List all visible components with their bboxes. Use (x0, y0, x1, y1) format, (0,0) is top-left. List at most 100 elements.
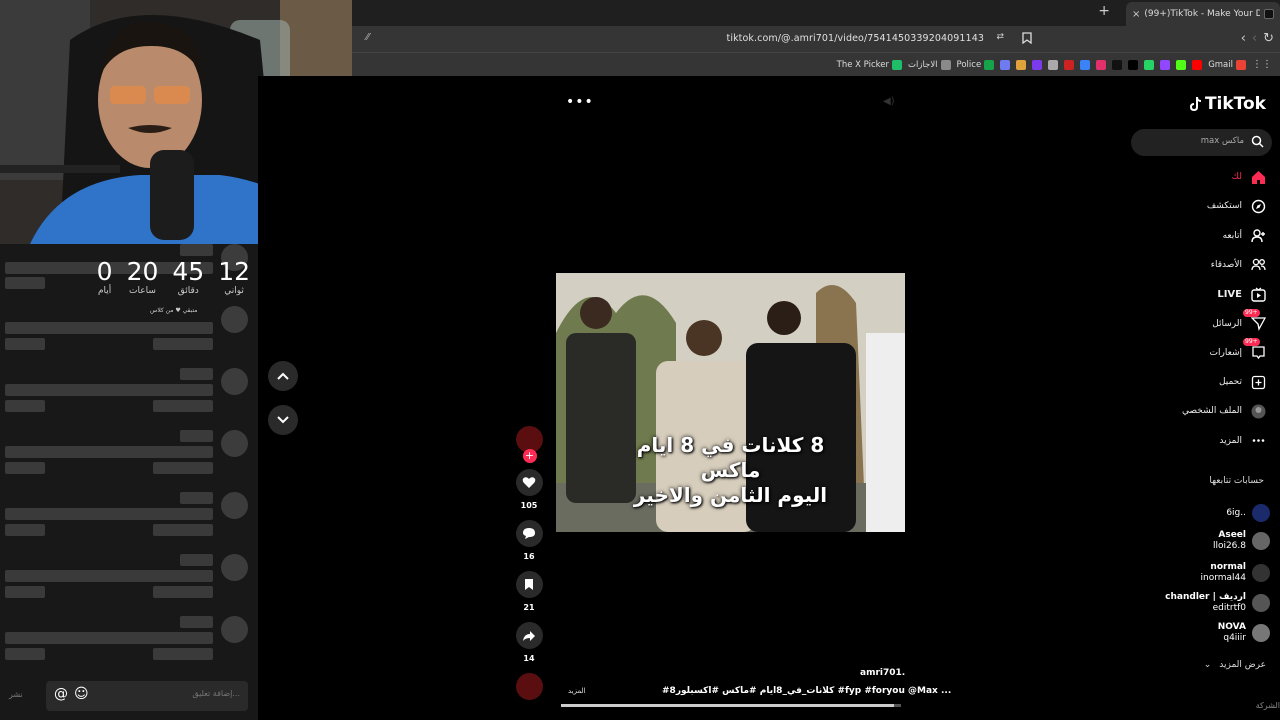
back-icon[interactable]: ‹ (1241, 31, 1246, 46)
bookmark-item[interactable] (1160, 59, 1171, 70)
chat-skeleton (5, 570, 213, 582)
chat-skeleton (180, 244, 213, 256)
video-player[interactable]: 8 كلانات في 8 ايام ماكس اليوم الثامن وال… (556, 273, 905, 532)
bookmark-favicon-icon (1000, 59, 1011, 70)
url-text[interactable]: tiktok.com/@.amri701/video/7541450339204… (727, 33, 984, 44)
new-tab-button[interactable]: + (1098, 3, 1110, 19)
bookmark-item[interactable] (1000, 59, 1011, 70)
bookmark-item[interactable] (1144, 59, 1155, 70)
bookmark-item[interactable] (1192, 59, 1203, 70)
save-button[interactable] (515, 571, 543, 598)
company-link[interactable]: الشركة (1256, 701, 1280, 710)
bookmark-item[interactable] (1032, 59, 1043, 70)
comment-input[interactable] (110, 689, 240, 698)
apps-grid-icon[interactable]: ⋮⋮ (1252, 59, 1272, 70)
chat-skeleton (180, 430, 213, 442)
video-progress-bar[interactable] (561, 704, 901, 707)
share-count: 14 (523, 654, 535, 663)
bookmark-item[interactable]: الاجازات (908, 59, 951, 70)
bookmark-item[interactable] (1128, 59, 1139, 70)
share-button[interactable] (515, 622, 543, 649)
countdown-number: 45 (172, 257, 205, 286)
next-video-button[interactable] (268, 405, 298, 435)
sidebar-item-inbox[interactable]: إشعارات 99+ (1209, 337, 1266, 361)
chat-skeleton (5, 586, 45, 598)
sidebar-item-user-plus[interactable]: أتابعه (1223, 228, 1266, 244)
sidebar-item-upload[interactable]: تحميل (1219, 374, 1266, 390)
friends-icon (1250, 257, 1266, 273)
site-settings-icon[interactable]: ⇄ (996, 32, 1004, 42)
forward-icon[interactable]: ‹ (1252, 31, 1257, 46)
comment-button[interactable] (515, 520, 543, 547)
like-count: 105 (520, 501, 538, 510)
account-text: normal inormal44 (1201, 562, 1247, 584)
bookmark-item[interactable] (1112, 59, 1123, 70)
emoji-icon[interactable]: ☺ (74, 686, 89, 702)
sidebar-item-compass[interactable]: استكشف (1207, 198, 1266, 214)
sidebar-item-more[interactable]: المزيد (1219, 433, 1266, 449)
countdown-label: ثواني (224, 286, 244, 296)
following-account[interactable]: normal inormal44 (1201, 562, 1270, 584)
bookmark-item[interactable]: The X Picker (837, 59, 902, 70)
account-name: normal (1210, 562, 1246, 572)
music-disc[interactable] (515, 673, 543, 700)
bookmark-item[interactable]: Police (956, 59, 995, 70)
sidebar-item-label: إشعارات (1209, 347, 1242, 358)
following-account[interactable]: NOVA q4iiir (1218, 622, 1270, 644)
countdown-note: متبقي ♥ من كلاس (150, 307, 198, 314)
caption-line: اليوم الثامن والاخير (633, 483, 828, 507)
account-text: Aseel lloi26.8 (1213, 530, 1246, 552)
sidebar-item-home[interactable]: لك (1232, 169, 1266, 185)
description-more-link[interactable]: المزيد (568, 687, 586, 695)
extensions-icon[interactable]: ⁄⁄ (366, 32, 369, 43)
chat-skeleton (5, 400, 45, 412)
like-button[interactable] (515, 469, 543, 496)
bookmark-icon (525, 579, 533, 590)
bookmark-star-icon[interactable] (1022, 32, 1032, 44)
post-button[interactable]: نشر (9, 690, 23, 699)
search-input[interactable] (1144, 136, 1244, 146)
author-avatar[interactable]: + (515, 426, 543, 463)
mention-icon[interactable]: @ (54, 686, 68, 702)
bookmark-item[interactable]: Gmail (1208, 59, 1246, 70)
sidebar-item-profile[interactable]: الملف الشخصي (1182, 403, 1266, 419)
caption-line: ماكس (700, 458, 761, 482)
following-account[interactable]: Aseel lloi26.8 (1213, 530, 1270, 552)
messages-icon: 99+ (1243, 308, 1266, 332)
previous-video-button[interactable] (268, 361, 298, 391)
follow-plus-icon[interactable]: + (522, 449, 537, 463)
bookmark-item[interactable] (1080, 59, 1091, 70)
bookmark-label: Police (956, 59, 982, 70)
tab-close-icon[interactable]: × (1132, 9, 1140, 20)
bookmark-item[interactable] (1064, 59, 1075, 70)
countdown-unit: 20 ساعات (127, 258, 159, 297)
tiktok-logo[interactable]: TikTok (1188, 94, 1266, 114)
bookmark-item[interactable] (1016, 59, 1027, 70)
sidebar-item-messages[interactable]: الرسائل 99+ (1212, 308, 1266, 332)
chat-skeleton (153, 648, 213, 660)
volume-icon[interactable]: ◀) (883, 96, 895, 107)
avatar (1252, 594, 1270, 612)
search-icon[interactable] (1251, 135, 1264, 148)
avatar (1252, 532, 1270, 550)
reload-icon[interactable]: ↻ (1263, 31, 1274, 46)
bookmark-favicon-icon (1048, 59, 1059, 70)
sidebar-item-live[interactable]: LIVE (1217, 286, 1266, 302)
following-account[interactable]: 6ig.. (1226, 504, 1270, 522)
browser-tab-active[interactable]: (99+)TikTok - Make Your Day × (1126, 2, 1280, 26)
video-progress-fill (561, 704, 895, 707)
video-author[interactable]: amri701. (860, 668, 905, 678)
bookmark-item[interactable] (1096, 59, 1107, 70)
sidebar-item-friends[interactable]: الأصدقاء (1211, 257, 1266, 273)
chat-skeleton (153, 462, 213, 474)
sidebar-item-label: الرسائل (1212, 318, 1242, 329)
show-more-link[interactable]: ⌄ عرض المزيد (1204, 660, 1266, 670)
bookmark-item[interactable] (1176, 59, 1187, 70)
following-account[interactable]: chandler | ارديف editrtf0 (1165, 592, 1270, 614)
heart-icon (522, 477, 536, 488)
more-options-icon[interactable]: ••• (566, 94, 594, 110)
bookmark-label: Gmail (1208, 59, 1233, 70)
bookmark-favicon-icon (1096, 59, 1107, 70)
countdown-number: 0 (96, 257, 113, 286)
bookmark-item[interactable] (1048, 59, 1059, 70)
